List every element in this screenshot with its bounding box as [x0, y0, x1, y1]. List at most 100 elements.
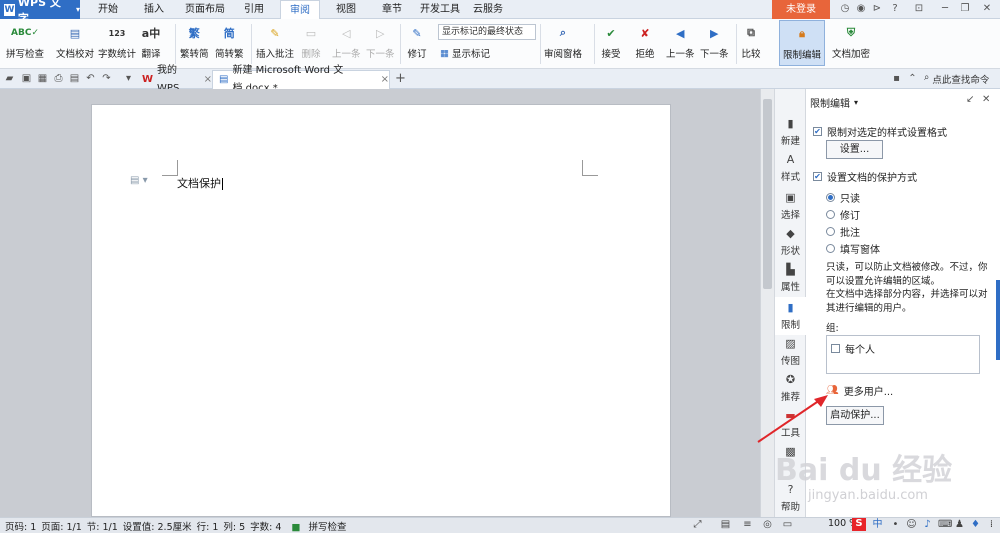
accept-button[interactable]: ✔ 接受 [600, 22, 622, 61]
show-markup-button[interactable]: ▦ 显示标记 [440, 46, 490, 61]
spell-check-button[interactable]: ABC✓ 拼写检查 [6, 22, 44, 60]
prev-change-button[interactable]: ◀ 上一条 [666, 22, 695, 61]
restore-icon[interactable]: ❐ [958, 2, 972, 16]
everyone-checkbox[interactable] [831, 344, 840, 353]
side-properties-button[interactable]: ▙ 属性 [775, 263, 806, 293]
save-icon[interactable]: ▣ [20, 72, 33, 85]
sogou-ime-icon[interactable]: S [852, 518, 866, 531]
side-new-button[interactable]: ▮ 新建 [775, 117, 806, 147]
emoji-icon[interactable]: ☺ [906, 519, 917, 530]
command-search[interactable]: ⌕ 点此查找命令 [924, 72, 989, 86]
login-button[interactable]: 未登录 [772, 0, 830, 19]
outline-view-icon[interactable]: ≡ [742, 519, 753, 530]
ime-mode-icon[interactable]: 中 [872, 519, 883, 530]
side-style-button[interactable]: A 样式 [775, 153, 806, 183]
readonly-radio[interactable] [826, 193, 835, 202]
tab-cloud[interactable]: 云服务 [466, 0, 510, 19]
close-pane-icon[interactable]: ✕ [982, 94, 990, 105]
review-pane-button[interactable]: ⌕ 审阅窗格 [544, 22, 582, 60]
print-icon[interactable]: ⎙ [52, 72, 65, 85]
side-recommend-button[interactable]: ✪ 推荐 [775, 373, 806, 403]
reject-button[interactable]: ✘ 拒绝 [634, 22, 656, 61]
side-shape-button[interactable]: ◆ 形状 [775, 227, 806, 257]
more-users-link[interactable]: 👥︎ 更多用户... [826, 383, 893, 398]
tab-page-layout[interactable]: 页面布局 [180, 0, 230, 19]
groups-list[interactable]: 每个人 [826, 335, 980, 374]
tab-insert[interactable]: 插入 [134, 0, 174, 19]
microphone-icon[interactable]: ♪ [922, 519, 933, 530]
share-icon[interactable]: ⊳ [870, 2, 884, 16]
form-radio-option[interactable]: 填写窗体 [826, 241, 880, 256]
trad-to-simp-button[interactable]: 繁 繁转简 [180, 22, 209, 60]
revision-radio[interactable] [826, 210, 835, 219]
status-word-count[interactable]: 字数: 4 [250, 519, 281, 533]
comment-radio-option[interactable]: 批注 [826, 224, 860, 239]
compare-button[interactable]: ⧉ 比较 [740, 22, 762, 60]
tab-chapter[interactable]: 章节 [372, 0, 412, 19]
next-change-button[interactable]: ▶ 下一条 [700, 22, 729, 61]
document-text[interactable]: 文档保护 [177, 175, 223, 191]
skin-icon[interactable]: ◉ [854, 2, 868, 16]
export-pdf-icon[interactable]: ▦ [36, 72, 49, 85]
undo-icon[interactable]: ↶ [84, 72, 97, 85]
clock-icon[interactable]: ◷ [838, 2, 852, 16]
translate-button[interactable]: a中 翻译 [140, 22, 162, 60]
redo-icon[interactable]: ↷ [100, 72, 113, 85]
fullscreen-icon[interactable]: ⤢ [692, 519, 703, 530]
collapse-ribbon-icon[interactable]: ⌃ [906, 72, 919, 85]
side-tools-button[interactable]: ▬ 工具 [775, 409, 806, 439]
grid-menu-icon[interactable]: ⁞ [986, 519, 997, 530]
comment-icon[interactable]: ▪ [890, 72, 903, 85]
new-tab-icon[interactable]: + [394, 72, 407, 85]
tab-references[interactable]: 引用 [234, 0, 274, 19]
close-tab-icon[interactable]: × [204, 71, 212, 89]
tab-review[interactable]: 审阅 [280, 0, 320, 20]
prev-comment-button[interactable]: ◁ 上一条 [332, 22, 361, 61]
paragraph-handle-icon[interactable]: ▤ ▾ [130, 175, 148, 186]
help-icon[interactable]: ? [888, 2, 902, 16]
open-icon[interactable]: ▰ [3, 72, 16, 85]
minimize-icon[interactable]: ─ [938, 2, 952, 16]
everyone-option[interactable]: 每个人 [831, 341, 979, 356]
vertical-scrollbar[interactable] [760, 89, 774, 517]
form-radio[interactable] [826, 244, 835, 253]
keyboard-icon[interactable]: ⌨ [938, 519, 952, 530]
side-upload-image-button[interactable]: ▨ 传图 [775, 337, 806, 367]
scrollbar-thumb[interactable] [763, 99, 772, 289]
format-restrict-option[interactable]: ✔ 限制对选定的样式设置格式 [813, 124, 947, 139]
doc-proof-button[interactable]: ▤ 文档校对 [56, 22, 94, 61]
side-restrict-button[interactable]: ▮ 限制 [775, 297, 806, 335]
simp-to-trad-button[interactable]: 简 简转繁 [215, 22, 244, 60]
settings-button[interactable]: 设置... [826, 140, 883, 159]
tab-developer[interactable]: 开发工具 [414, 0, 466, 19]
punctuation-icon[interactable]: • [890, 519, 901, 530]
close-tab-icon[interactable]: × [381, 71, 389, 89]
delete-comment-button[interactable]: ▭ 删除 [300, 22, 322, 61]
preview-icon[interactable]: ▤ [68, 72, 81, 85]
insert-comment-button[interactable]: ✎ 插入批注 [256, 22, 294, 61]
dock-icon[interactable]: ↙ [966, 94, 974, 105]
user-icon[interactable]: ♟ [954, 519, 965, 530]
tab-document[interactable]: ▤ 新建 Microsoft Word 文档.docx * × [212, 65, 390, 94]
readonly-radio-option[interactable]: 只读 [826, 190, 860, 205]
revision-radio-option[interactable]: 修订 [826, 207, 860, 222]
web-view-icon[interactable]: ◎ [762, 519, 773, 530]
protect-mode-checkbox[interactable]: ✔ [813, 172, 822, 181]
pane-title[interactable]: 限制编辑 ▾ [810, 95, 858, 110]
skin-shirt-icon[interactable]: ♦ [970, 519, 981, 530]
revision-button[interactable]: ✎ 修订 [406, 22, 428, 61]
tab-my-wps[interactable]: W 我的WPS × [136, 65, 212, 94]
reading-view-icon[interactable]: ▭ [782, 519, 793, 530]
format-restrict-checkbox[interactable]: ✔ [813, 127, 822, 136]
close-icon[interactable]: ✕ [980, 2, 994, 16]
restrict-edit-button[interactable]: 🔒︎ 限制编辑 [779, 20, 826, 66]
document-page[interactable]: ▤ ▾ 文档保护 [91, 104, 671, 517]
window-mode-icon[interactable]: ⊡ [912, 2, 926, 16]
comment-radio[interactable] [826, 227, 835, 236]
spell-check-status[interactable]: ■ 拼写检查 [286, 519, 346, 533]
app-menu-button[interactable]: W WPS 文字 ▾ [0, 0, 80, 25]
page-view-icon[interactable]: ▤ [720, 519, 731, 530]
word-count-button[interactable]: 123 字数统计 [98, 22, 136, 61]
tab-view[interactable]: 视图 [326, 0, 366, 19]
doc-encrypt-button[interactable]: ⛨ 文档加密 [832, 22, 870, 60]
